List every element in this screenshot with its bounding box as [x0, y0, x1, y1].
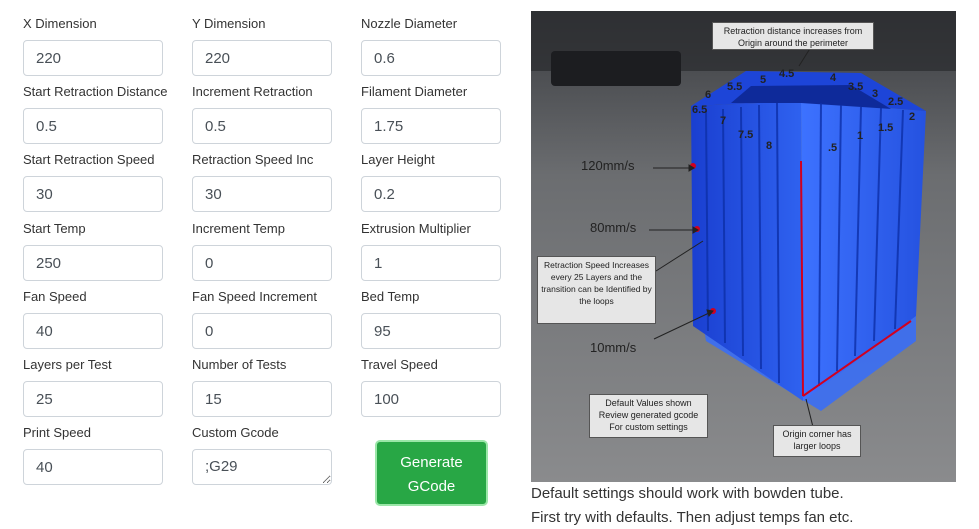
filament-diameter-label: Filament Diameter — [361, 84, 468, 99]
travel-speed-group: Travel Speed — [361, 357, 521, 417]
distance-label-7: 7 — [720, 115, 727, 127]
increment-retraction-label: Increment Retraction — [192, 84, 313, 99]
print-speed-label: Print Speed — [23, 425, 91, 440]
travel-speed-input[interactable] — [361, 381, 501, 417]
distance-label-4-5: 4.5 — [779, 68, 795, 80]
callout-default-values: Default Values shown Review generated gc… — [589, 394, 708, 438]
number-of-tests-label: Number of Tests — [192, 357, 287, 372]
bed-temp-group: Bed Temp — [361, 289, 521, 349]
distance-label-5-5: 5.5 — [727, 81, 743, 93]
custom-gcode-group: Custom Gcode ;G29 — [192, 425, 352, 485]
distance-label-8: 8 — [766, 140, 773, 152]
distance-label-2-5: 2.5 — [888, 96, 904, 108]
fan-speed-input[interactable] — [23, 313, 163, 349]
x-dimension-input[interactable] — [23, 40, 163, 76]
x-dimension-group: X Dimension — [23, 16, 183, 76]
increment-temp-label: Increment Temp — [192, 221, 285, 236]
number-of-tests-group: Number of Tests — [192, 357, 352, 417]
distance-label-1: 1 — [857, 130, 864, 142]
distance-label-6: 6 — [705, 89, 712, 101]
callout-origin-corner: Origin corner has larger loops — [773, 425, 861, 457]
layer-height-input[interactable] — [361, 176, 501, 212]
start-retraction-distance-label: Start Retraction Distance — [23, 84, 168, 99]
fan-speed-group: Fan Speed — [23, 289, 183, 349]
extrusion-multiplier-group: Extrusion Multiplier — [361, 221, 521, 281]
nozzle-diameter-group: Nozzle Diameter — [361, 16, 521, 76]
retraction-speed-inc-label: Retraction Speed Inc — [192, 152, 314, 167]
y-dimension-group: Y Dimension — [192, 16, 352, 76]
start-temp-input[interactable] — [23, 245, 163, 281]
distance-label-3: 3 — [872, 88, 879, 100]
retraction-speed-inc-group: Retraction Speed Inc — [192, 152, 352, 212]
caption-line-1: Default settings should work with bowden… — [531, 485, 844, 502]
layer-height-group: Layer Height — [361, 152, 521, 212]
generate-button-line2: GCode — [407, 478, 456, 495]
extrusion-multiplier-label: Extrusion Multiplier — [361, 221, 471, 236]
x-dimension-label: X Dimension — [23, 16, 97, 31]
distance-label-6-5: 6.5 — [692, 104, 708, 116]
distance-label-1-5: 1.5 — [878, 122, 894, 134]
bed-temp-input[interactable] — [361, 313, 501, 349]
speed-label-80: 80mm/s — [590, 220, 637, 235]
custom-gcode-label: Custom Gcode — [192, 425, 279, 440]
distance-label-2: 2 — [909, 111, 916, 123]
custom-gcode-textarea[interactable]: ;G29 — [192, 449, 332, 485]
filament-diameter-input[interactable] — [361, 108, 501, 144]
increment-temp-group: Increment Temp — [192, 221, 352, 281]
distance-label-3-5: 3.5 — [848, 81, 864, 93]
nozzle-diameter-input[interactable] — [361, 40, 501, 76]
extrusion-multiplier-input[interactable] — [361, 245, 501, 281]
start-retraction-speed-input[interactable] — [23, 176, 163, 212]
distance-label-7-5: 7.5 — [738, 129, 754, 141]
caption-line-2: First try with defaults. Then adjust tem… — [531, 509, 854, 526]
print-speed-group: Print Speed — [23, 425, 183, 485]
increment-retraction-group: Increment Retraction — [192, 84, 352, 144]
bed-temp-label: Bed Temp — [361, 289, 420, 304]
travel-speed-label: Travel Speed — [361, 357, 438, 372]
y-dimension-label: Y Dimension — [192, 16, 266, 31]
filament-diameter-group: Filament Diameter — [361, 84, 521, 144]
number-of-tests-input[interactable] — [192, 381, 332, 417]
distance-label-5: 5 — [760, 74, 767, 86]
fan-speed-label: Fan Speed — [23, 289, 87, 304]
layers-per-test-input[interactable] — [23, 381, 163, 417]
speed-label-120: 120mm/s — [581, 158, 635, 173]
layer-height-label: Layer Height — [361, 152, 435, 167]
fan-speed-increment-input[interactable] — [192, 313, 332, 349]
calibration-print-photo: Retraction distance increases from Origi… — [531, 11, 956, 482]
retraction-speed-inc-input[interactable] — [192, 176, 332, 212]
callout-retraction-speed: Retraction Speed Increases every 25 Laye… — [537, 256, 656, 324]
fan-speed-increment-label: Fan Speed Increment — [192, 289, 318, 304]
start-retraction-speed-label: Start Retraction Speed — [23, 152, 155, 167]
distance-label-4: 4 — [830, 72, 837, 84]
layers-per-test-label: Layers per Test — [23, 357, 112, 372]
fan-speed-increment-group: Fan Speed Increment — [192, 289, 352, 349]
settings-form: X Dimension Y Dimension Nozzle Diameter … — [0, 0, 520, 529]
start-retraction-speed-group: Start Retraction Speed — [23, 152, 183, 212]
start-temp-label: Start Temp — [23, 221, 86, 236]
layers-per-test-group: Layers per Test — [23, 357, 183, 417]
nozzle-diameter-label: Nozzle Diameter — [361, 16, 458, 31]
increment-temp-input[interactable] — [192, 245, 332, 281]
print-speed-input[interactable] — [23, 449, 163, 485]
start-retraction-distance-input[interactable] — [23, 108, 163, 144]
increment-retraction-input[interactable] — [192, 108, 332, 144]
distance-label-0-5: .5 — [828, 142, 838, 154]
speed-label-10: 10mm/s — [590, 340, 637, 355]
start-temp-group: Start Temp — [23, 221, 183, 281]
start-retraction-distance-group: Start Retraction Distance — [23, 84, 183, 144]
generate-gcode-button[interactable]: Generate GCode — [375, 440, 488, 506]
y-dimension-input[interactable] — [192, 40, 332, 76]
callout-retraction-distance: Retraction distance increases from Origi… — [712, 22, 874, 50]
background-object — [551, 51, 681, 86]
generate-button-line1: Generate — [400, 454, 463, 471]
